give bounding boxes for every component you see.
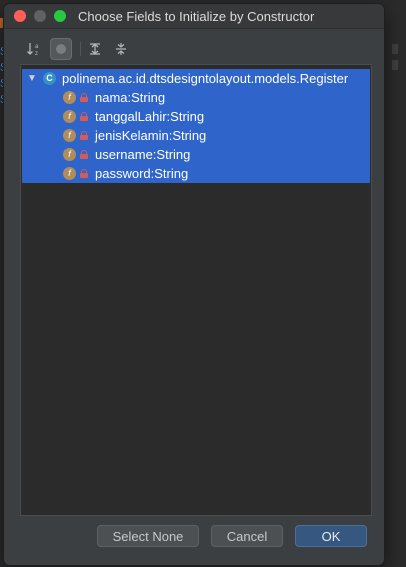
private-lock-icon [80, 112, 88, 121]
expand-caret-icon[interactable]: ▼ [27, 69, 37, 88]
tree-field-row[interactable]: f password:String [22, 164, 370, 183]
field-label: tanggalLahir:String [95, 109, 205, 124]
private-lock-icon [80, 150, 88, 159]
field-icon: f [63, 167, 76, 180]
field-label: password:String [95, 166, 189, 181]
tree-field-row[interactable]: f jenisKelamin:String [22, 126, 370, 145]
sort-alphabetically-icon[interactable]: a z [24, 38, 46, 60]
background-gutter-mark [392, 60, 398, 70]
tree-field-row[interactable]: f username:String [22, 145, 370, 164]
tree-field-row[interactable]: f nama:String [22, 88, 370, 107]
background-gutter [386, 0, 406, 567]
field-icon: f [63, 110, 76, 123]
private-lock-icon [80, 169, 88, 178]
field-icon: f [63, 129, 76, 142]
tree-class-row[interactable]: ▼ C polinema.ac.id.dtsdesigntolayout.mod… [22, 69, 370, 88]
private-lock-icon [80, 93, 88, 102]
show-classes-icon[interactable] [50, 38, 72, 60]
dialog-title: Choose Fields to Initialize by Construct… [78, 9, 315, 24]
select-none-button[interactable]: Select None [97, 525, 199, 547]
toolbar-separator [80, 42, 81, 56]
field-icon: f [63, 148, 76, 161]
tree-field-row[interactable]: f tanggalLahir:String [22, 107, 370, 126]
svg-text:z: z [35, 51, 38, 56]
ok-button[interactable]: OK [295, 525, 367, 547]
expand-all-icon[interactable] [84, 38, 106, 60]
field-label: username:String [95, 147, 191, 162]
background-gutter-mark [392, 44, 398, 54]
field-icon: f [63, 91, 76, 104]
fields-tree: ▼ C polinema.ac.id.dtsdesigntolayout.mod… [20, 64, 372, 516]
minimize-window-button[interactable] [34, 10, 46, 22]
title-bar: Choose Fields to Initialize by Construct… [4, 4, 384, 29]
maximize-window-button[interactable] [54, 10, 66, 22]
field-label: nama:String [95, 90, 166, 105]
tree-toolbar: a z [4, 36, 384, 62]
collapse-all-icon[interactable] [110, 38, 132, 60]
choose-fields-dialog: Choose Fields to Initialize by Construct… [4, 4, 384, 565]
private-lock-icon [80, 131, 88, 140]
svg-text:a: a [35, 44, 39, 50]
cancel-button[interactable]: Cancel [211, 525, 283, 547]
class-icon: C [43, 72, 56, 85]
close-window-button[interactable] [14, 10, 26, 22]
field-label: jenisKelamin:String [95, 128, 207, 143]
class-name-label: polinema.ac.id.dtsdesigntolayout.models.… [62, 71, 349, 86]
